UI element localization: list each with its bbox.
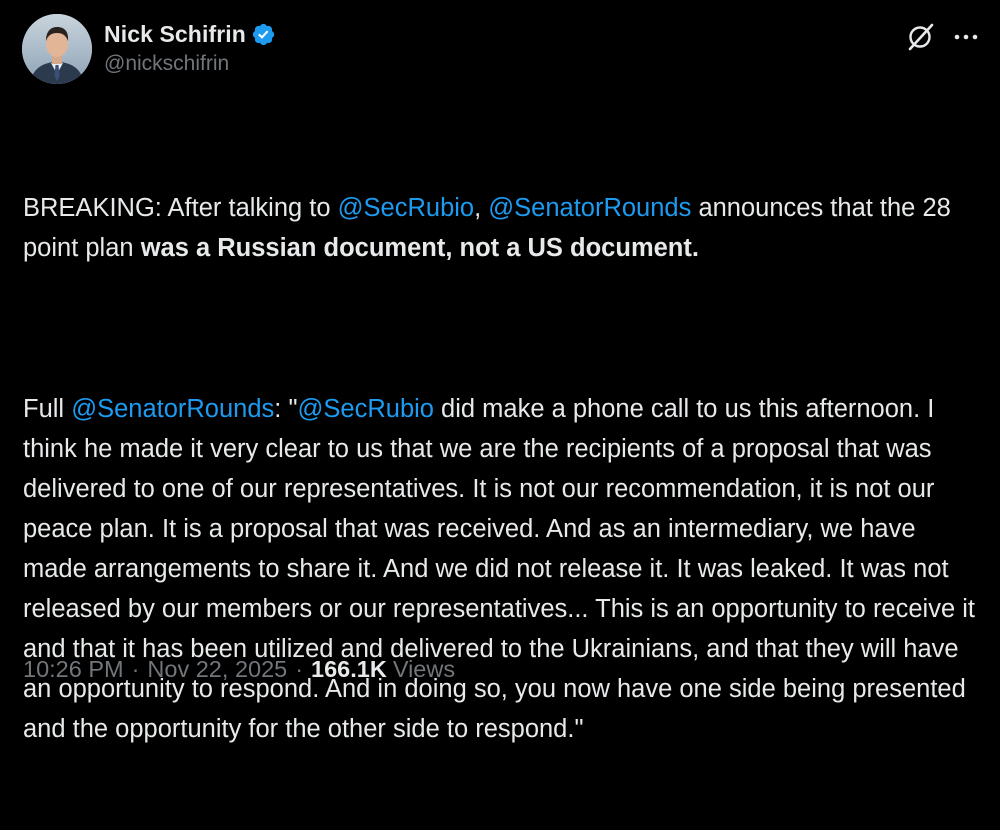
tweet-time[interactable]: 10:26 PM (23, 656, 124, 683)
views-label: Views (392, 656, 456, 682)
more-options-icon[interactable] (952, 23, 980, 51)
verified-badge-icon[interactable] (251, 22, 276, 47)
tweet: Nick Schifrin @nickschifrin BREAKING: Af… (0, 0, 1000, 743)
user-info: Nick Schifrin @nickschifrin (104, 18, 276, 76)
tweet-header: Nick Schifrin @nickschifrin (22, 14, 980, 86)
grok-icon[interactable] (906, 22, 936, 52)
user-handle[interactable]: @nickschifrin (104, 52, 276, 76)
display-name[interactable]: Nick Schifrin (104, 21, 246, 48)
name-row: Nick Schifrin (104, 18, 276, 50)
avatar-image (22, 14, 92, 84)
text-segment: Full (23, 394, 72, 423)
avatar[interactable] (22, 14, 92, 84)
mention-senatorrounds[interactable]: @SenatorRounds (71, 395, 274, 423)
views-count[interactable]: 166.1K (311, 656, 387, 683)
bold-text: was a Russian document, not a US documen… (140, 234, 699, 263)
separator: · (131, 656, 140, 682)
mention-secrubio[interactable]: @SecRubio (298, 395, 434, 423)
tweet-actions (906, 22, 980, 52)
separator: · (295, 656, 304, 682)
text-segment: BREAKING: After talking to (23, 194, 338, 223)
tweet-meta: 10:26 PM · Nov 22, 2025 · 166.1K Views (23, 656, 455, 683)
tweet-date[interactable]: Nov 22, 2025 (147, 656, 287, 683)
mention-senatorrounds[interactable]: @SenatorRounds (488, 194, 691, 222)
text-segment: : " (274, 394, 298, 423)
text-segment: , (474, 194, 489, 223)
tweet-paragraph-2: Full @SenatorRounds: "@SecRubio did make… (23, 389, 983, 750)
text-segment: did make a phone call to us this afterno… (23, 394, 983, 744)
tweet-text: BREAKING: After talking to @SecRubio, @S… (23, 108, 983, 830)
mention-secrubio[interactable]: @SecRubio (338, 194, 474, 222)
tweet-paragraph-1: BREAKING: After talking to @SecRubio, @S… (23, 188, 983, 268)
